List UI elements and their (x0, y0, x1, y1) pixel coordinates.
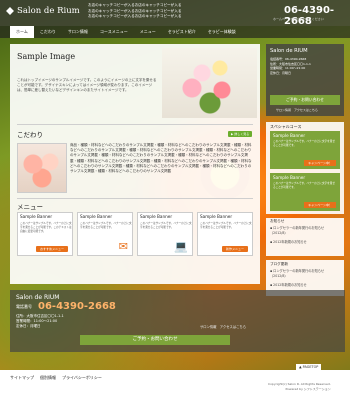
footer-details: 住所：大阪市住吉区〇〇1-1-1 営業時間：11:00〜21:00 定休日：月曜… (16, 314, 64, 329)
kodawari-text: 商品・種類・材料などへのこだわりのサンプル文掲載・種類・材料などへのこだわりのサ… (70, 143, 252, 174)
detail-line: 定休日：月曜日 (16, 324, 41, 328)
detail-line: 営業時間：11:00〜21:00 (270, 66, 306, 70)
logo-text: Salon de Rium (17, 6, 80, 16)
special-banner-button[interactable]: キャンペーン中！ (304, 202, 336, 208)
menu-banner-4[interactable]: Sample Banner このバナーはサンプルです。バナーの上に文字を乗せるこ… (197, 212, 253, 256)
news-heading: お知らせ (270, 219, 285, 223)
banner-text: このバナーはサンプルです。バナーの上に文字を乗せることが可能です。 (140, 222, 192, 229)
logo-icon (6, 7, 14, 15)
footer-link-info[interactable]: 個別情報 (40, 375, 56, 381)
kodawari-flower-image (17, 143, 67, 193)
detail-line: 電話番号：06-4390-2668 (270, 57, 307, 61)
catch-line: お店のキャッチコピーが入るお店のキャッチコピーが入る (88, 14, 182, 18)
footer-contact-button[interactable]: ご予約・お問い合わせ (80, 335, 230, 345)
footer-access-link[interactable]: サロン情報 アクセスはこちら (200, 324, 246, 329)
footer-phone[interactable]: 06-4390-2668 (38, 301, 116, 312)
header-phone-note: ホームページを見たとお伝えください (273, 17, 324, 21)
footer-links: サイトマップ 個別情報 プライバシーポリシー (10, 375, 102, 381)
sidebar-salon-details: 電話番号：06-4390-2668 住所：大阪市住吉区〇〇1-1-1 営業時間：… (270, 57, 311, 75)
nav-item-menu[interactable]: メニュー (134, 26, 162, 38)
catch-line: お店のキャッチコピーが入るお店のキャッチコピーが入る (88, 3, 182, 7)
footer-phone-label: 電話番号 (16, 304, 32, 309)
banner-text: このバナーはサンプルです。バナーの上に文字を乗せることが可能です。このテキストは… (20, 222, 72, 233)
mail-icon: ✉ (118, 240, 128, 253)
nav-item-therapist[interactable]: セラピスト紹介 (162, 26, 202, 38)
sample-image-text: これはトップイメージのサンプルイメージです。このようにイメージの上に文字を乗せる… (17, 78, 157, 92)
banner-title: Sample Banner (20, 214, 53, 219)
footer-salon-title: Salon de RIUM (16, 294, 60, 301)
blog-item[interactable]: ▪ 2012年新規のお知らせ (270, 283, 340, 288)
special-banner-title: Sample Banner (273, 133, 306, 138)
sidebar-contact-button[interactable]: ご予約・お問い合わせ (270, 95, 340, 105)
special-banner-2[interactable]: Sample Banner このバナーはサンプルです。バナーの上に文字を乗せるこ… (270, 173, 340, 211)
nav-item-salon-info[interactable]: サロン情報 (62, 26, 94, 38)
blog-item[interactable]: ▪ ロングセラーの新年発行のお知らせ（2012/8） (270, 269, 340, 278)
special-course-heading: スペシャルコース (270, 124, 302, 129)
copyright-line: Copyright(c) Salon R. All Rights Reserve… (268, 382, 331, 386)
footer-link-sitemap[interactable]: サイトマップ (10, 375, 34, 381)
nav-item-course-menu[interactable]: コースメニュー (94, 26, 134, 38)
divider (17, 124, 253, 125)
header-phone[interactable]: 06-4390-2668 (284, 5, 350, 27)
detail-line: 定休日：月曜日 (270, 70, 292, 75)
banner-button[interactable]: 新作メニュー (221, 246, 248, 252)
kodawari-heading: こだわり (17, 131, 43, 139)
kodawari-more-button[interactable]: ▶ 詳しく見る (228, 131, 253, 137)
banner-button[interactable]: おすすめメニュー (35, 246, 68, 252)
copyright: Copyright(c) Salon R. All Rights Reserve… (268, 382, 331, 391)
banner-text: このバナーはサンプルです。バナーの上に文字を乗せることが可能です。 (200, 222, 252, 229)
divider (17, 198, 253, 199)
laptop-icon: 💻 (174, 240, 188, 253)
hero-flower-image (162, 48, 257, 118)
global-nav: ホーム こだわり サロン情報 コースメニュー メニュー セラピスト紹介 セラピー… (0, 26, 350, 38)
nav-item-testimonials[interactable]: セラピー体験談 (202, 26, 242, 38)
special-banner-text: このバナーはサンプルです。バナーの上に文字を乗せることが可能です。 (273, 140, 335, 147)
banner-title: Sample Banner (80, 214, 113, 219)
banner-text: このバナーはサンプルです。バナーの上に文字を乗せることが可能です。 (80, 222, 132, 229)
nav-item-kodawari[interactable]: こだわり (34, 26, 62, 38)
news-item[interactable]: ▪ 2012年新規のお知らせ (270, 240, 340, 245)
special-banner-1[interactable]: Sample Banner このバナーはサンプルです。バナーの上に文字を乗せるこ… (270, 131, 340, 169)
sidebar-access-link[interactable]: サロン情報 アクセスはこちら (276, 108, 318, 112)
menu-heading: メニュー (17, 203, 43, 211)
powered-by: Powered by シフトステーション (285, 386, 331, 391)
special-banner-title: Sample Banner (273, 175, 306, 180)
banner-title: Sample Banner (140, 214, 173, 219)
sidebar-salon-info (266, 44, 344, 116)
site-logo[interactable]: Salon de Rium (6, 6, 80, 16)
menu-banner-2[interactable]: Sample Banner このバナーはサンプルです。バナーの上に文字を乗せるこ… (77, 212, 133, 256)
special-banner-button[interactable]: キャンペーン中！ (304, 160, 336, 166)
blog-heading: ブログ更新 (270, 262, 288, 266)
nav-item-home[interactable]: ホーム (10, 26, 34, 38)
sample-image-title: Sample Image (17, 52, 76, 61)
banner-title: Sample Banner (200, 214, 233, 219)
footer-link-privacy[interactable]: プライバシーポリシー (62, 375, 102, 381)
special-banner-text: このバナーはサンプルです。バナーの上に文字を乗せることが可能です。 (273, 182, 335, 189)
sidebar-salon-title: Salon de RIUM (270, 48, 308, 54)
header-catchcopy: お店のキャッチコピーが入るお店のキャッチコピーが入る お店のキャッチコピーが入る… (88, 3, 181, 20)
menu-banner-3[interactable]: Sample Banner このバナーはサンプルです。バナーの上に文字を乗せるこ… (137, 212, 193, 256)
news-item[interactable]: ▪ ロングセラーの新年発行のお知らせ（2012/8） (270, 226, 340, 235)
menu-banner-1[interactable]: Sample Banner このバナーはサンプルです。バナーの上に文字を乗せるこ… (17, 212, 73, 256)
